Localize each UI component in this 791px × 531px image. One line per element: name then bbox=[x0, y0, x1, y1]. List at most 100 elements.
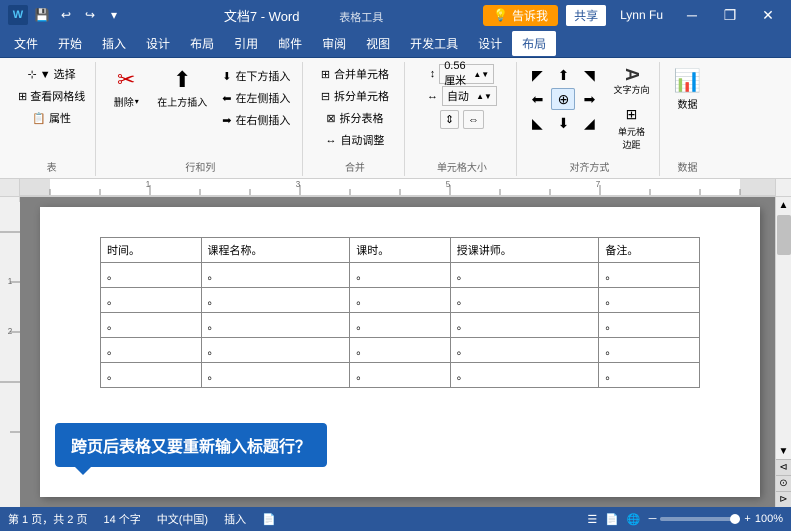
insert-below-button[interactable]: ⬇ 在下方插入 bbox=[216, 66, 296, 86]
scroll-track[interactable] bbox=[776, 213, 791, 443]
svg-text:1: 1 bbox=[146, 180, 151, 189]
scroll-up-btn[interactable]: ▲ bbox=[776, 197, 791, 213]
distribute-rows-button[interactable]: ⇕ bbox=[440, 110, 459, 129]
insert-left-label: 在左侧插入 bbox=[235, 90, 290, 106]
menu-table-layout[interactable]: 布局 bbox=[512, 31, 556, 56]
help-button[interactable]: 💡 告诉我 bbox=[483, 5, 558, 26]
cell-3-2: 。 bbox=[201, 313, 350, 338]
ribbon-group-rowcol: ✂ 删除 ▾ ⬆ 在上方插入 ⬇ 在下方插入 ⬅ 在左侧插入 bbox=[98, 62, 303, 176]
menu-references[interactable]: 引用 bbox=[224, 31, 268, 56]
scroll-page-down-btn[interactable]: ⊳ bbox=[776, 491, 791, 507]
menu-file[interactable]: 文件 bbox=[4, 31, 48, 56]
insert-below-label: 在下方插入 bbox=[235, 68, 290, 84]
zoom-out-icon[interactable]: ─ bbox=[649, 513, 657, 525]
insert-below-icon: ⬇ bbox=[222, 70, 231, 83]
align-row-3: ◣ ⬇ ◢ bbox=[525, 112, 601, 134]
scroll-thumb[interactable] bbox=[777, 215, 791, 255]
properties-icon: 📋 bbox=[32, 112, 46, 125]
split-cells-button[interactable]: ⊟ 拆分单元格 bbox=[315, 86, 395, 106]
gridlines-label: 查看网格线 bbox=[30, 88, 85, 104]
zoom-in-icon[interactable]: + bbox=[744, 513, 750, 525]
merge-cells-button[interactable]: ⊞ 合并单元格 bbox=[315, 64, 395, 84]
properties-button[interactable]: 📋 属性 bbox=[28, 108, 75, 128]
cell-3-3: 。 bbox=[350, 313, 451, 338]
menu-layout[interactable]: 布局 bbox=[180, 31, 224, 56]
text-direction-button[interactable]: A 文字方向 bbox=[609, 64, 653, 100]
insert-above-button[interactable]: ⬆ 在上方插入 bbox=[152, 64, 212, 112]
align-top-center-btn[interactable]: ⬆ bbox=[551, 64, 575, 86]
align-bottom-center-btn[interactable]: ⬇ bbox=[551, 112, 575, 134]
align-bottom-left-btn[interactable]: ◣ bbox=[525, 112, 549, 134]
split-cells-label: 拆分单元格 bbox=[334, 88, 389, 104]
ruler-scrollbar[interactable] bbox=[775, 179, 791, 196]
view-gridlines-button[interactable]: ⊞ 查看网格线 bbox=[14, 86, 89, 106]
menu-view[interactable]: 视图 bbox=[356, 31, 400, 56]
auto-fit-icon: ↔ bbox=[325, 134, 336, 146]
distribute-cols-button[interactable]: ⇔ bbox=[463, 110, 484, 129]
minimize-button[interactable]: ─ bbox=[677, 0, 707, 30]
table-row: 。 。 。 。 。 bbox=[101, 338, 700, 363]
zoom-slider[interactable] bbox=[660, 517, 740, 521]
align-row-1: ◤ ⬆ ◥ bbox=[525, 64, 601, 86]
window-title: 文档7 - Word 表格工具 bbox=[124, 6, 483, 25]
align-middle-center-btn[interactable]: ⊕ bbox=[551, 88, 575, 110]
insert-right-button[interactable]: ➡ 在右侧插入 bbox=[216, 110, 296, 130]
insert-right-label: 在右侧插入 bbox=[235, 112, 290, 128]
auto-fit-button[interactable]: ↔ 自动调整 bbox=[319, 130, 390, 150]
undo-btn[interactable]: ↩ bbox=[56, 5, 76, 25]
share-button[interactable]: 共享 bbox=[566, 5, 606, 26]
align-top-right-btn[interactable]: ◥ bbox=[577, 64, 601, 86]
customize-quick-btn[interactable]: ▾ bbox=[104, 5, 124, 25]
ruler-corner[interactable] bbox=[0, 179, 20, 197]
select-button[interactable]: ⊹ ▼ 选择 bbox=[24, 64, 80, 84]
cell-height-row: ↕ 0.56 厘米 ▲▼ bbox=[430, 64, 495, 84]
tooltip-bubble[interactable]: 跨页后表格又要重新输入标题行？ bbox=[55, 423, 327, 467]
save-quick-btn[interactable]: 💾 bbox=[32, 5, 52, 25]
cell-width-row: ↔ 自动 ▲▼ bbox=[427, 86, 497, 106]
web-layout-icon[interactable]: 🌐 bbox=[627, 513, 641, 526]
menu-design[interactable]: 设计 bbox=[136, 31, 180, 56]
close-button[interactable]: ✕ bbox=[753, 0, 783, 30]
cell-margin-button[interactable]: ⊞ 单元格边距 bbox=[609, 102, 653, 155]
cell-width-input[interactable]: 自动 ▲▼ bbox=[442, 86, 497, 106]
vertical-scrollbar[interactable]: ▲ ▼ ⊲ ⊙ ⊳ bbox=[775, 197, 791, 507]
vertical-ruler-svg: 1 2 bbox=[0, 202, 20, 507]
align-top-left-btn[interactable]: ◤ bbox=[525, 64, 549, 86]
cell-height-input[interactable]: 0.56 厘米 ▲▼ bbox=[439, 64, 494, 84]
delete-button[interactable]: ✂ 删除 ▾ bbox=[104, 64, 148, 112]
menu-mailings[interactable]: 邮件 bbox=[268, 31, 312, 56]
read-mode-icon[interactable]: ☰ bbox=[587, 513, 597, 526]
menu-table-design[interactable]: 设计 bbox=[468, 31, 512, 56]
align-middle-left-btn[interactable]: ⬅ bbox=[525, 88, 549, 110]
svg-text:2: 2 bbox=[7, 327, 12, 336]
menu-review[interactable]: 审阅 bbox=[312, 31, 356, 56]
insert-left-icon: ⬅ bbox=[222, 92, 231, 105]
insert-left-button[interactable]: ⬅ 在左侧插入 bbox=[216, 88, 296, 108]
split-table-label: 拆分表格 bbox=[340, 110, 384, 126]
width-spinner-icon: ▲▼ bbox=[476, 92, 492, 101]
ruler-svg: 1 3 5 7 bbox=[20, 179, 775, 195]
menu-home[interactable]: 开始 bbox=[48, 31, 92, 56]
menu-bar: 文件 开始 插入 设计 布局 引用 邮件 审阅 视图 开发工具 设计 布局 bbox=[0, 30, 791, 58]
user-name[interactable]: Lynn Fu bbox=[614, 6, 669, 24]
svg-text:3: 3 bbox=[296, 180, 301, 189]
cell-3-5: 。 bbox=[599, 313, 700, 338]
redo-btn[interactable]: ↪ bbox=[80, 5, 100, 25]
split-table-button[interactable]: ⊠ 拆分表格 bbox=[320, 108, 389, 128]
header-lecturer: 授课讲师。 bbox=[450, 238, 599, 263]
cell-height-icon: ↕ bbox=[430, 68, 436, 80]
align-middle-right-btn[interactable]: ➡ bbox=[577, 88, 601, 110]
menu-insert[interactable]: 插入 bbox=[92, 31, 136, 56]
data-button[interactable]: 📊 数据 bbox=[670, 64, 705, 115]
print-layout-icon[interactable]: 📄 bbox=[605, 513, 619, 526]
zoom-thumb[interactable] bbox=[730, 514, 740, 524]
scroll-page-up-btn[interactable]: ⊲ bbox=[776, 459, 791, 475]
scroll-down-btn[interactable]: ▼ bbox=[776, 443, 791, 459]
gridlines-icon: ⊞ bbox=[18, 90, 27, 103]
align-bottom-right-btn[interactable]: ◢ bbox=[577, 112, 601, 134]
select-browse-object-btn[interactable]: ⊙ bbox=[776, 475, 791, 491]
cell-1-2: 。 bbox=[201, 263, 350, 288]
menu-developer[interactable]: 开发工具 bbox=[400, 31, 468, 56]
restore-button[interactable]: ❐ bbox=[715, 0, 745, 30]
table-row: 。 。 。 。 。 bbox=[101, 363, 700, 388]
